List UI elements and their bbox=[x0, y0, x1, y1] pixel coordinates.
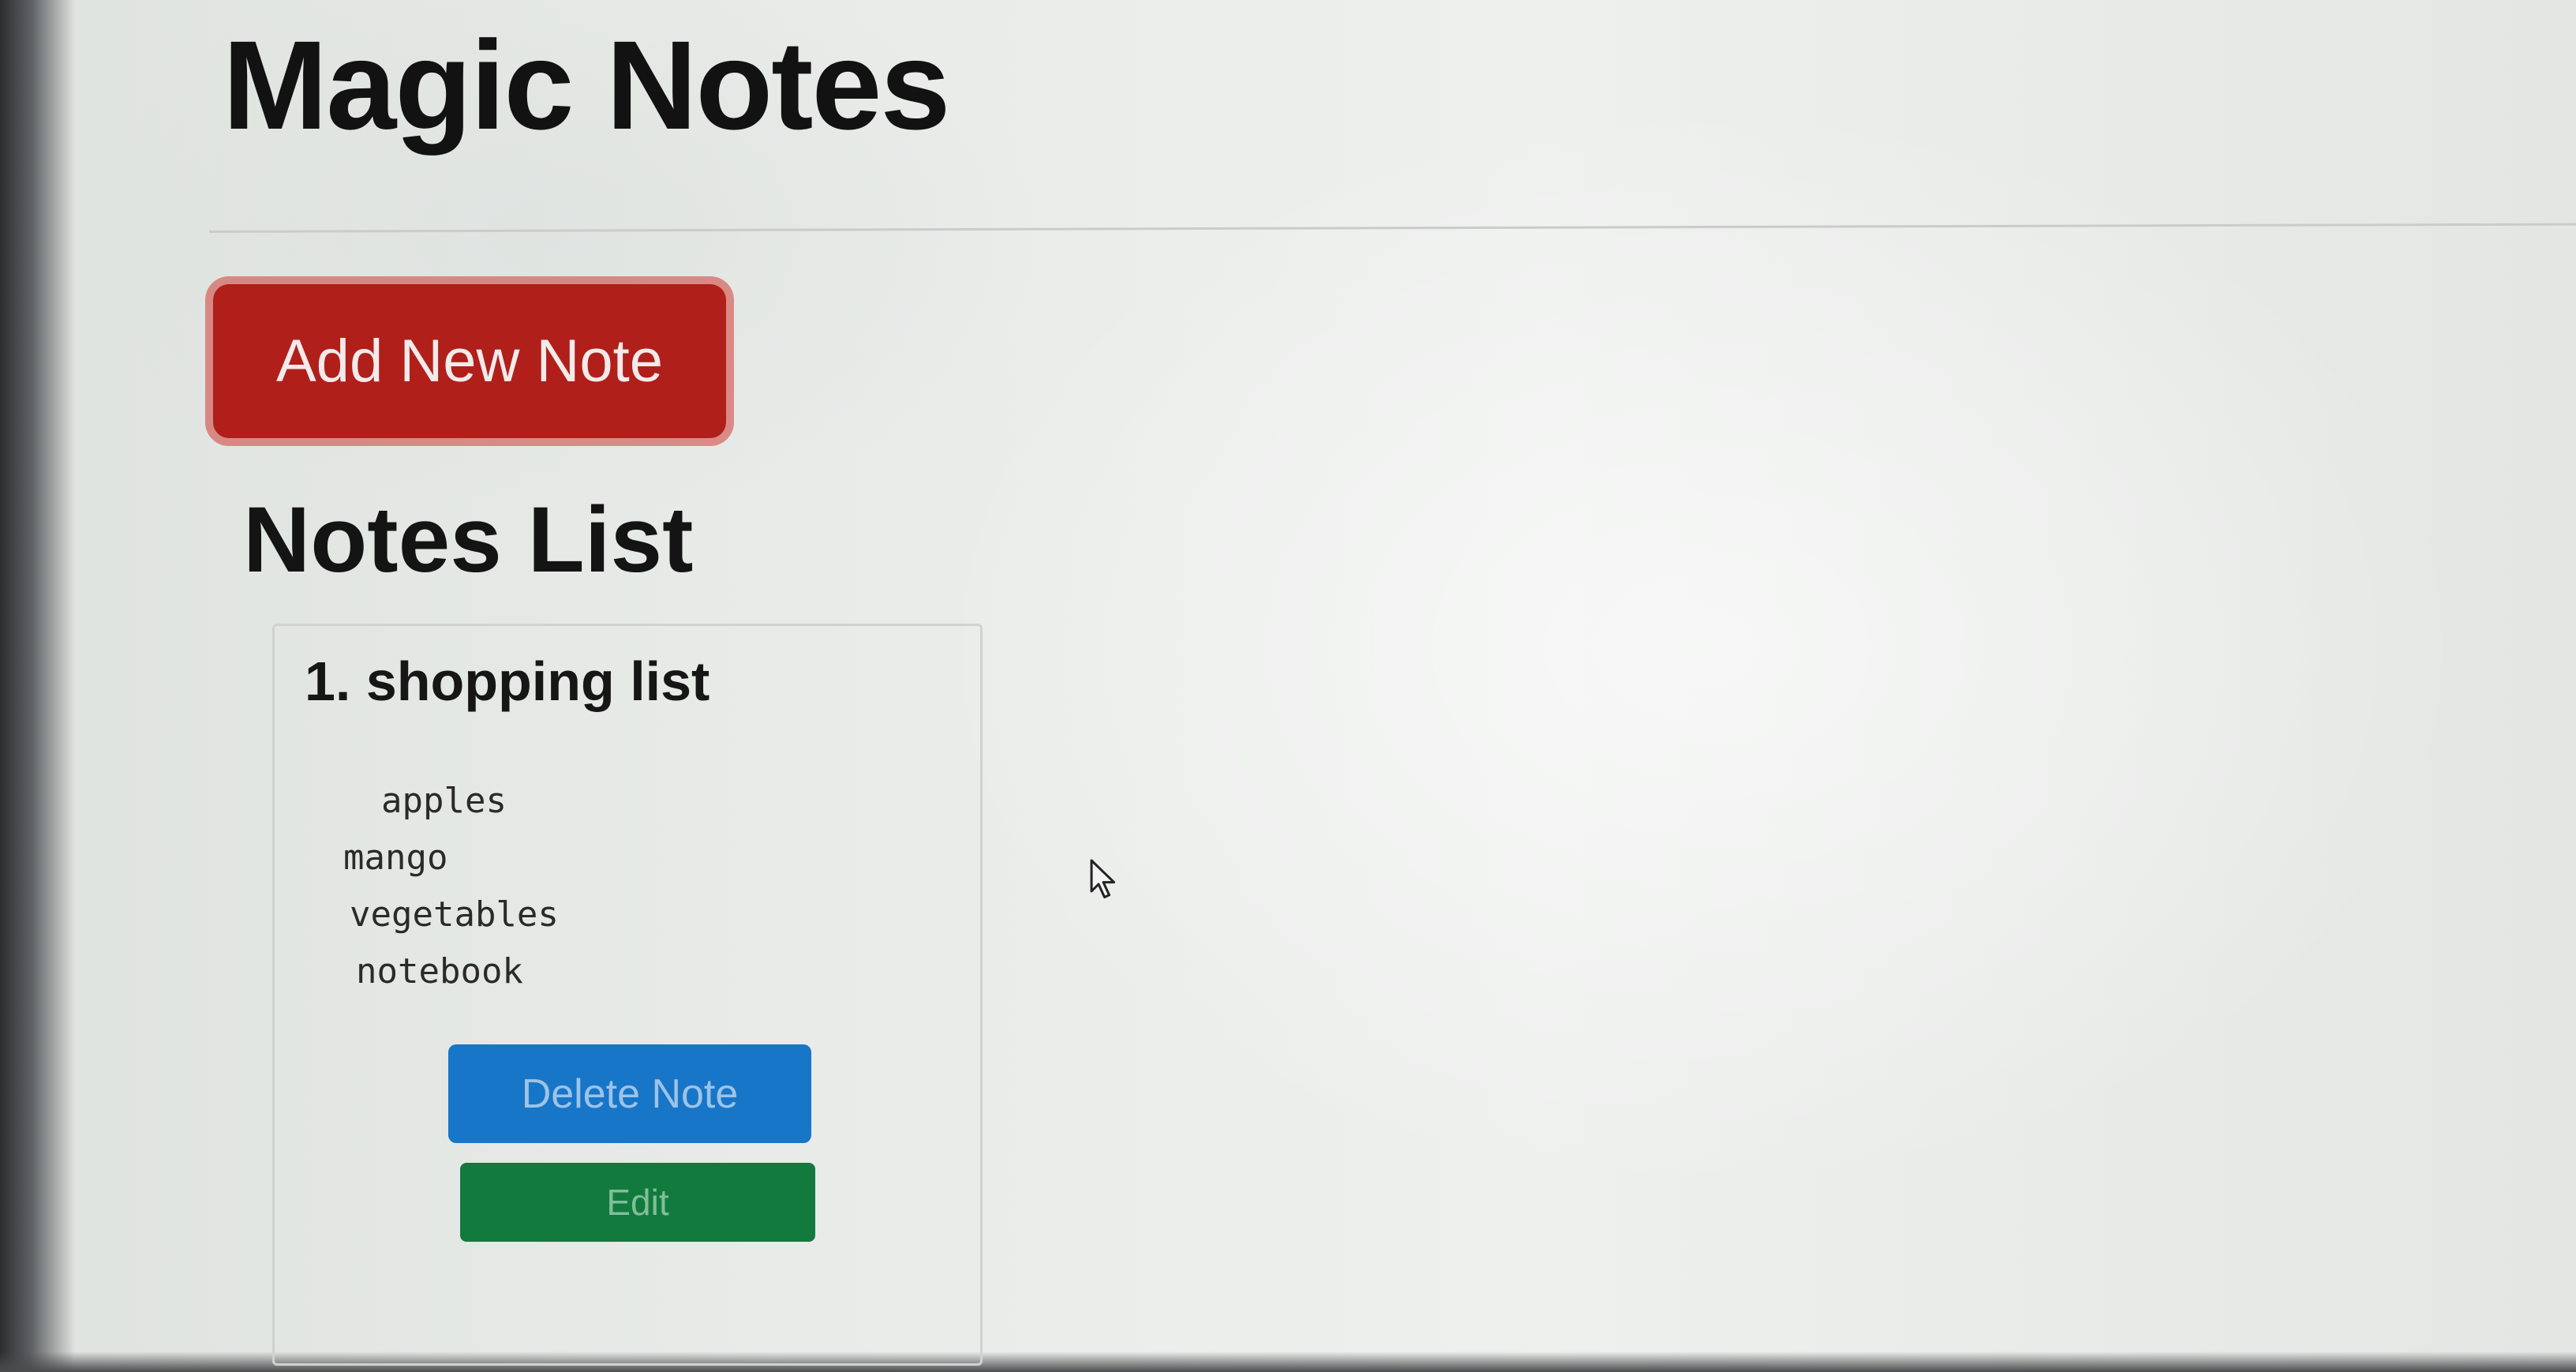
mouse-pointer-icon bbox=[1090, 859, 1115, 898]
add-new-note-button[interactable]: Add New Note bbox=[213, 284, 726, 438]
edit-note-button[interactable]: Edit bbox=[460, 1163, 815, 1242]
note-card: 1. shopping list apples mango vegetables… bbox=[272, 624, 983, 1366]
monitor-bezel-left bbox=[0, 0, 75, 1372]
note-text-line: vegetables bbox=[350, 894, 559, 935]
note-text-line: notebook bbox=[356, 951, 523, 992]
note-text-line: apples bbox=[381, 781, 507, 821]
note-title: 1. shopping list bbox=[305, 650, 710, 712]
app-title: Magic Notes bbox=[223, 14, 950, 156]
delete-note-button[interactable]: Delete Note bbox=[448, 1044, 811, 1143]
note-text-line: mango bbox=[343, 838, 448, 878]
notes-list-heading: Notes List bbox=[243, 488, 694, 592]
